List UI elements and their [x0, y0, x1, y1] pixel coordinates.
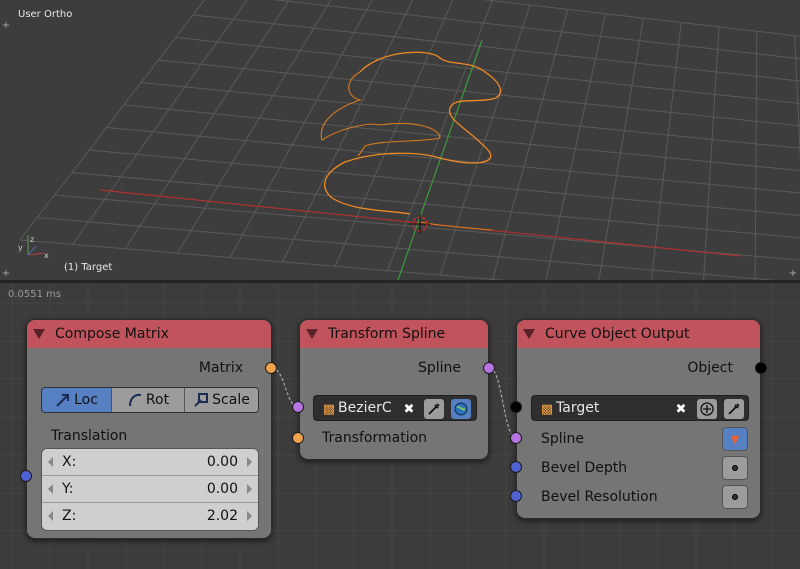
decrement-arrow-icon[interactable]	[48, 511, 53, 521]
socket-object-output[interactable]	[755, 362, 767, 374]
translation-y-field[interactable]: Y: 0.00	[42, 476, 258, 503]
increment-arrow-icon[interactable]	[247, 484, 252, 494]
3d-viewport[interactable]: z y x User Ortho (1) Target + + +	[0, 0, 800, 280]
input-spline-label: Spline	[541, 431, 585, 447]
object-name: BezierC	[338, 400, 392, 416]
properties-expand-icon[interactable]: +	[788, 269, 798, 279]
toolbar-expand-icon[interactable]: +	[1, 21, 11, 31]
node-title: Transform Spline	[328, 326, 446, 342]
object-cube-icon: ▩	[322, 401, 336, 417]
output-object-label: Object	[687, 360, 733, 376]
node-title: Compose Matrix	[55, 326, 169, 342]
clear-x-icon[interactable]: ✖	[671, 399, 691, 419]
dot-icon	[732, 494, 738, 500]
node-header[interactable]: Transform Spline	[300, 320, 488, 348]
collapse-toggle-icon[interactable]	[306, 329, 318, 339]
collapse-toggle-icon[interactable]	[33, 329, 45, 339]
bevel-depth-toggle[interactable]	[722, 456, 748, 480]
node-title: Curve Object Output	[545, 326, 690, 342]
viewport-canvas[interactable]: z y x	[0, 0, 800, 280]
object-name: Target	[556, 400, 600, 416]
translation-vector[interactable]: X: 0.00 Y: 0.00 Z: 2.02	[41, 448, 259, 531]
active-object-label: (1) Target	[64, 262, 113, 273]
socket-object-input[interactable]	[292, 401, 304, 413]
curve-data-icon: ▼	[730, 432, 740, 446]
output-spline-label: Spline	[417, 360, 461, 376]
input-transformation-label: Transformation	[322, 430, 428, 446]
increment-arrow-icon[interactable]	[247, 511, 252, 521]
view-name-label: User Ortho	[18, 9, 73, 20]
target-object-selector[interactable]: ▩ Target ✖	[531, 395, 749, 421]
socket-translation-input[interactable]	[20, 470, 32, 482]
svg-text:y: y	[18, 243, 23, 252]
node-compose-matrix[interactable]: Compose Matrix Matrix Loc Rot Scale Tran…	[26, 319, 272, 539]
y-axis-line	[397, 39, 483, 280]
arc-icon	[128, 393, 142, 407]
translation-x-field[interactable]: X: 0.00	[42, 449, 258, 476]
blender-window: z y x User Ortho (1) Target + + + 0.0551…	[0, 0, 800, 569]
socket-spline-input[interactable]	[510, 432, 522, 444]
spline-input-toggle[interactable]: ▼	[722, 427, 748, 451]
scale-icon	[194, 393, 209, 407]
svg-text:z: z	[30, 235, 34, 244]
eyedropper-icon[interactable]	[424, 399, 444, 419]
collapse-toggle-icon[interactable]	[523, 329, 535, 339]
transform-mode-selector[interactable]: Loc Rot Scale	[41, 387, 259, 413]
svg-text:x: x	[44, 251, 49, 260]
dot-icon	[732, 465, 738, 471]
mode-loc-button[interactable]: Loc	[42, 388, 112, 412]
increment-arrow-icon[interactable]	[247, 457, 252, 467]
add-object-icon[interactable]	[697, 399, 717, 419]
translation-z-field[interactable]: Z: 2.02	[42, 503, 258, 530]
input-bevel-depth-label: Bevel Depth	[541, 460, 628, 476]
node-header[interactable]: Curve Object Output	[517, 320, 760, 348]
object-cube-icon: ▩	[540, 401, 554, 417]
node-editor[interactable]: 0.0551 ms Compose Matrix Matrix Loc Rot	[0, 283, 800, 569]
mode-rot-button[interactable]: Rot	[112, 388, 185, 412]
clear-x-icon[interactable]: ✖	[399, 399, 419, 419]
socket-target-input[interactable]	[510, 401, 522, 413]
socket-bevel-depth-input[interactable]	[510, 461, 522, 473]
viewport-grid	[19, 0, 800, 280]
node-curve-object-output[interactable]: Curve Object Output Object ▩ Target ✖ Sp…	[516, 319, 761, 519]
axis-gizmo-icon: z y x	[18, 235, 49, 260]
socket-transformation-input[interactable]	[292, 432, 304, 444]
translation-label: Translation	[51, 428, 128, 444]
socket-spline-output[interactable]	[483, 362, 495, 374]
socket-matrix-output[interactable]	[265, 362, 277, 374]
mode-scale-button[interactable]: Scale	[185, 388, 258, 412]
node-header[interactable]: Compose Matrix	[27, 320, 271, 348]
world-space-icon[interactable]	[451, 399, 471, 419]
node-transform-spline[interactable]: Transform Spline Spline ▩ BezierC ✖ Tran…	[299, 319, 489, 460]
input-bevel-resolution-label: Bevel Resolution	[541, 489, 658, 505]
bevel-resolution-toggle[interactable]	[722, 485, 748, 509]
eyedropper-icon[interactable]	[724, 399, 744, 419]
toolbar-expand-icon-bottom[interactable]: +	[1, 269, 11, 279]
arrow-icon	[56, 394, 70, 407]
decrement-arrow-icon[interactable]	[48, 457, 53, 467]
output-matrix-label: Matrix	[198, 360, 243, 376]
decrement-arrow-icon[interactable]	[48, 484, 53, 494]
socket-bevel-resolution-input[interactable]	[510, 490, 522, 502]
object-selector[interactable]: ▩ BezierC ✖	[313, 395, 477, 421]
bezier-curve-lower	[320, 71, 441, 157]
